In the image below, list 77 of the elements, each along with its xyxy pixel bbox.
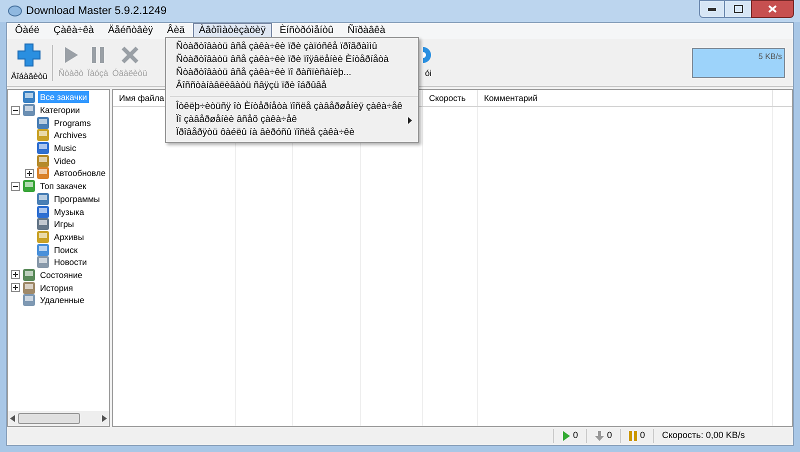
menu-entry[interactable]: Ñòàðòîâàòü âñå çàêà÷êè ïî ðàñïèñàíèþ...	[166, 66, 418, 80]
menu-entry[interactable]: Âîññòàíàâëèâàòü ñâÿçü ïðè îáðûâå	[166, 80, 418, 94]
tree-item[interactable]: Автообновле	[52, 167, 108, 180]
category-icon	[22, 268, 36, 282]
menu-item[interactable]: Èíñòðóìåíòû	[274, 23, 340, 39]
menu-entry[interactable]: Îòêëþ÷èòüñÿ îò Èíòåðíåòà ïîñëå çàâåðøåíèÿ çàêà÷åê	[166, 100, 418, 114]
category-icon	[36, 242, 50, 257]
window-title: Download Master 5.9.2.1249	[26, 4, 167, 19]
menu-item[interactable]: Çàêà÷êà	[47, 23, 100, 39]
category-icon	[36, 166, 50, 180]
active-count: 0	[572, 429, 578, 442]
tree-item[interactable]: Удаленные	[38, 294, 86, 306]
paused-count: 0	[640, 429, 645, 442]
pause-icon	[628, 431, 637, 441]
add-button[interactable]: Äîáàâèòü	[9, 40, 50, 84]
menu-entry[interactable]: Ïî çàâåðøåíèè âñåõ çàêà÷åê	[166, 113, 418, 127]
tree-item[interactable]: Категории	[38, 104, 82, 116]
tree-item[interactable]: Video	[52, 154, 78, 167]
tree-item[interactable]: Состояние	[38, 268, 84, 281]
category-icon	[22, 293, 36, 308]
downloaded-count: 0	[606, 429, 612, 442]
category-icon	[36, 116, 50, 130]
category-icon	[36, 204, 50, 219]
minimize-icon	[708, 8, 716, 10]
close-icon	[120, 45, 140, 66]
expand-toggle[interactable]	[11, 270, 20, 280]
menu-entry[interactable]: Ïðîâåðÿòü ôàéëû íà âèðóñû ïîñëå çàêà÷êè	[166, 126, 418, 140]
minimize-button[interactable]	[699, 0, 725, 18]
category-icon	[36, 154, 50, 168]
category-icon	[36, 128, 50, 142]
tree-item[interactable]: Music	[52, 142, 78, 154]
play-icon	[562, 431, 570, 441]
menu-entry[interactable]: Ñòàðòîâàòü âñå çàêà÷êè ïðè çàïóñêå ïðîãðàììû	[166, 40, 418, 54]
tree-item[interactable]: Музыка	[52, 206, 86, 218]
tree-item[interactable]: Поиск	[52, 244, 80, 256]
close-icon	[768, 5, 777, 13]
plus-icon	[16, 42, 42, 68]
category-icon	[36, 192, 50, 206]
close-button[interactable]	[751, 0, 794, 18]
expand-toggle[interactable]	[11, 283, 20, 292]
column-header[interactable]: Скорость	[423, 90, 478, 106]
category-icon	[36, 141, 50, 156]
tree-item[interactable]: Programs	[52, 116, 93, 129]
download-icon	[594, 431, 604, 441]
category-icon	[36, 217, 50, 232]
maximize-button[interactable]	[725, 0, 751, 18]
tree-item[interactable]: Игры	[52, 218, 76, 230]
tree-item[interactable]: Archives	[52, 129, 89, 142]
tree-item[interactable]: Новости	[52, 256, 89, 268]
menu-item[interactable]: Âèä	[161, 23, 191, 39]
category-icon	[36, 255, 50, 270]
scroll-left-icon	[10, 415, 16, 422]
speed-status: Скорость: 0,00 KB/s	[662, 430, 745, 440]
maximize-icon	[734, 5, 742, 13]
menu-entry[interactable]: Ñòàðòîâàòü âñå çàêà÷êè ïðè ïîÿâëåíèè Èíòåðíåòà	[166, 53, 418, 67]
collapse-toggle[interactable]	[11, 106, 20, 115]
tree-item[interactable]: Программы	[52, 192, 102, 205]
scroll-right-icon	[101, 415, 107, 422]
menu-item[interactable]: Ñïðàâêà	[342, 23, 392, 39]
column-header[interactable]: Комментарий	[478, 90, 773, 106]
expand-toggle[interactable]	[25, 168, 34, 178]
speed-graph: 5 KB/s	[692, 48, 785, 78]
pause-icon	[90, 45, 106, 66]
collapse-toggle[interactable]	[11, 182, 20, 191]
tree-item[interactable]: Топ закачек	[38, 180, 88, 192]
category-icon	[22, 103, 36, 118]
menu-item[interactable]: Äåéñòâèÿ	[102, 23, 160, 39]
category-icon	[36, 230, 50, 244]
category-icon	[22, 280, 36, 295]
menu-item[interactable]: Ôàéë	[9, 23, 46, 39]
tree-item[interactable]: История	[38, 282, 75, 294]
app-icon	[8, 5, 22, 17]
category-icon	[22, 179, 36, 194]
submenu-arrow-icon	[408, 116, 412, 124]
tree-item[interactable]: Архивы	[52, 230, 86, 243]
scrollbar-thumb[interactable]	[18, 413, 80, 424]
horizontal-scrollbar[interactable]	[8, 411, 109, 426]
